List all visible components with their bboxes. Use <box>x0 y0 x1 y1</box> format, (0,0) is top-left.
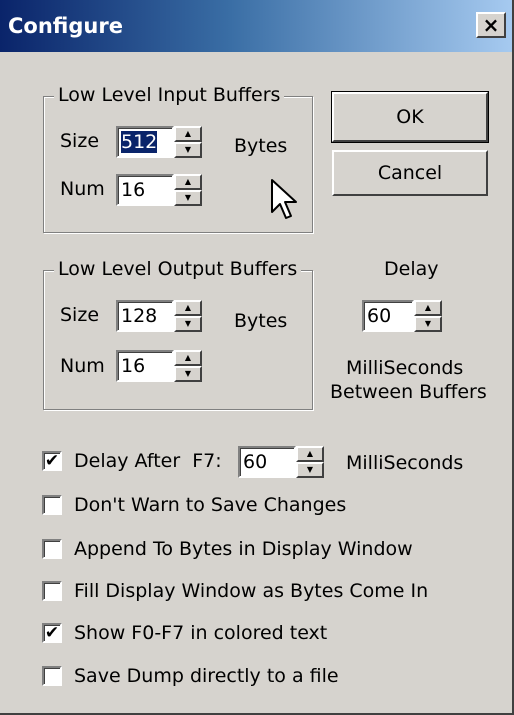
input-size-down-button[interactable]: ▼ <box>174 142 202 158</box>
input-num-label: Num <box>60 178 105 200</box>
input-size-label: Size <box>60 130 100 152</box>
output-num-down-button[interactable]: ▼ <box>174 366 202 382</box>
cancel-button[interactable]: Cancel <box>332 150 488 196</box>
show-f0-option: ✔ Show F0-F7 in colored text <box>42 622 327 644</box>
output-size-field[interactable]: 128 <box>116 300 174 332</box>
up-arrow-icon: ▲ <box>306 449 314 458</box>
up-arrow-icon: ▲ <box>184 177 192 186</box>
up-arrow-icon: ▲ <box>184 353 192 362</box>
output-num-spinner: 16 ▲ ▼ <box>116 350 202 382</box>
ok-button[interactable]: OK <box>331 91 489 143</box>
output-buffers-group: Low Level Output Buffers <box>43 258 313 410</box>
input-num-spinner: 16 ▲ ▼ <box>116 174 202 206</box>
output-num-up-button[interactable]: ▲ <box>174 350 202 366</box>
mouse-cursor-icon <box>271 179 297 219</box>
input-size-spinner: 512 ▲ ▼ <box>116 126 202 158</box>
input-size-field[interactable]: 512 <box>116 126 174 158</box>
delay-after-down-button[interactable]: ▼ <box>296 462 324 478</box>
output-buffers-group-title: Low Level Output Buffers <box>54 258 302 280</box>
down-arrow-icon: ▼ <box>184 145 192 154</box>
input-num-field[interactable]: 16 <box>116 174 174 206</box>
check-icon: ✔ <box>44 451 60 471</box>
dont-warn-checkbox[interactable] <box>42 495 62 515</box>
output-size-spinner: 128 ▲ ▼ <box>116 300 202 332</box>
delay-after-spinner: 60 ▲ ▼ <box>238 446 324 478</box>
delay-after-label: Delay After F7: <box>74 450 222 472</box>
title-bar: Configure × <box>0 0 512 52</box>
up-arrow-icon: ▲ <box>184 303 192 312</box>
delay-unit-line2: Between Buffers <box>330 381 487 403</box>
append-checkbox[interactable] <box>42 539 62 559</box>
down-arrow-icon: ▼ <box>306 465 314 474</box>
delay-up-button[interactable]: ▲ <box>414 300 442 316</box>
dialog-title: Configure <box>8 14 123 38</box>
input-size-unit: Bytes <box>234 135 288 157</box>
append-option: Append To Bytes in Display Window <box>42 538 413 560</box>
fill-checkbox[interactable] <box>42 581 62 601</box>
input-num-down-button[interactable]: ▼ <box>174 190 202 206</box>
dont-warn-label: Don't Warn to Save Changes <box>74 494 347 516</box>
close-button[interactable]: × <box>476 12 506 38</box>
show-f0-checkbox[interactable]: ✔ <box>42 623 62 643</box>
dont-warn-option: Don't Warn to Save Changes <box>42 494 346 516</box>
delay-after-option: ✔ Delay After F7: <box>42 450 222 472</box>
input-buffers-group-title: Low Level Input Buffers <box>54 84 285 106</box>
check-icon: ✔ <box>44 623 60 643</box>
show-f0-label: Show F0-F7 in colored text <box>74 622 328 644</box>
output-size-unit: Bytes <box>234 310 288 332</box>
down-arrow-icon: ▼ <box>184 319 192 328</box>
fill-label: Fill Display Window as Bytes Come In <box>74 580 429 602</box>
append-label: Append To Bytes in Display Window <box>74 538 413 560</box>
fill-option: Fill Display Window as Bytes Come In <box>42 580 428 602</box>
output-num-label: Num <box>60 355 105 377</box>
close-icon: × <box>482 13 500 37</box>
delay-down-button[interactable]: ▼ <box>414 316 442 332</box>
output-size-down-button[interactable]: ▼ <box>174 316 202 332</box>
delay-spinner: 60 ▲ ▼ <box>362 300 442 332</box>
delay-after-field[interactable]: 60 <box>238 446 296 478</box>
output-size-label: Size <box>60 304 100 326</box>
up-arrow-icon: ▲ <box>424 303 432 312</box>
output-num-field[interactable]: 16 <box>116 350 174 382</box>
save-dump-option: Save Dump directly to a file <box>42 665 339 687</box>
save-dump-label: Save Dump directly to a file <box>74 665 339 687</box>
save-dump-checkbox[interactable] <box>42 666 62 686</box>
up-arrow-icon: ▲ <box>184 129 192 138</box>
delay-after-checkbox[interactable]: ✔ <box>42 451 62 471</box>
configure-dialog: Configure × Low Level Input Buffers Size… <box>0 0 514 715</box>
down-arrow-icon: ▼ <box>184 369 192 378</box>
delay-field[interactable]: 60 <box>362 300 414 332</box>
input-size-up-button[interactable]: ▲ <box>174 126 202 142</box>
input-num-up-button[interactable]: ▲ <box>174 174 202 190</box>
down-arrow-icon: ▼ <box>184 193 192 202</box>
delay-label: Delay <box>384 258 439 280</box>
down-arrow-icon: ▼ <box>424 319 432 328</box>
delay-after-unit: MilliSeconds <box>346 452 464 474</box>
delay-after-up-button[interactable]: ▲ <box>296 446 324 462</box>
delay-unit-line1: MilliSeconds <box>346 357 464 379</box>
output-size-up-button[interactable]: ▲ <box>174 300 202 316</box>
